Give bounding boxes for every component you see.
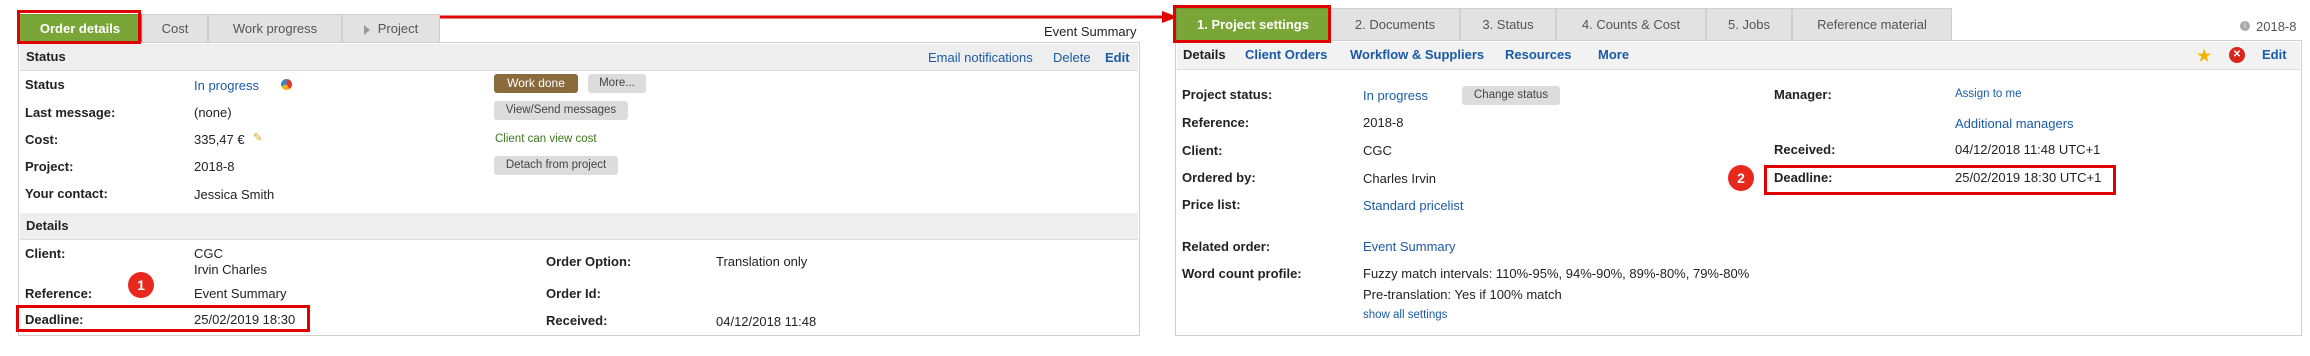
tab-reference-material[interactable]: Reference material [1792,8,1952,40]
client-name: CGC [194,246,223,261]
pencil-icon[interactable]: ✎ [253,131,262,144]
client-contact: Irvin Charles [194,262,267,277]
ordered-by-value: Charles Irvin [1363,171,1436,186]
chevron-right-icon [363,24,370,35]
order-id-label: Order Id: [546,286,601,301]
related-order-label: Related order: [1182,239,1271,254]
price-list-label: Price list: [1182,197,1241,212]
contact-value: Jessica Smith [194,187,275,202]
tab-project-settings[interactable]: 1. Project settings [1176,8,1330,40]
word-count-label: Word count profile: [1182,266,1302,281]
cost-label: Cost: [25,132,59,147]
project-client-value: CGC [1363,143,1392,158]
view-send-messages-button[interactable]: View/Send messages [494,101,628,120]
step-badge-2: 2 [1728,165,1754,191]
subnav-resources[interactable]: Resources [1505,47,1571,62]
subnav-client-orders[interactable]: Client Orders [1245,47,1327,62]
received-label: Received: [546,313,608,328]
project-value: 2018-8 [194,159,235,174]
additional-managers-link[interactable]: Additional managers [1955,116,2074,131]
ordered-by-label: Ordered by: [1182,170,1256,185]
price-list-value[interactable]: Standard pricelist [1363,198,1463,213]
detach-from-project-button[interactable]: Detach from project [494,156,618,175]
delete-icon[interactable]: ✕ [2229,47,2245,63]
tab-work-progress[interactable]: Work progress [208,14,342,42]
project-deadline-label: Deadline: [1774,170,1833,185]
cost-value: 335,47 € [194,132,245,147]
tab-cost[interactable]: Cost [142,14,208,42]
tab-counts-cost[interactable]: 4. Counts & Cost [1556,8,1706,40]
tab-project[interactable]: Project [342,14,440,42]
change-status-button[interactable]: Change status [1462,86,1560,105]
reference-label: Reference: [25,286,93,301]
project-reference-value: 2018-8 [1363,115,1404,130]
status-section-title: Status [26,49,66,64]
deadline-label: Deadline: [25,312,84,327]
manager-label: Manager: [1774,87,1832,102]
show-all-settings-link[interactable]: show all settings [1363,309,1447,321]
client-view-cost-text: Client can view cost [495,133,597,145]
tab-jobs[interactable]: 5. Jobs [1706,8,1792,40]
subnav-edit[interactable]: Edit [2262,47,2287,62]
project-status-value[interactable]: In progress [1363,88,1428,103]
fuzzy-match-text: Fuzzy match intervals: 110%-95%, 94%-90%… [1363,266,1750,281]
reference-value: Event Summary [194,286,287,301]
related-order-value[interactable]: Event Summary [1363,239,1455,254]
project-received-value: 04/12/2018 11:48 UTC+1 [1955,142,2101,157]
status-section-header: Status Email notifications Delete Edit [20,44,1138,71]
project-status-label: Project status: [1182,87,1273,102]
project-reference-label: Reference: [1182,115,1250,130]
client-label: Client: [25,246,66,261]
tab-status[interactable]: 3. Status [1460,8,1556,40]
star-add-icon[interactable]: ★ [2197,46,2211,66]
order-option-label: Order Option: [546,254,632,269]
arrow-connector [440,11,1178,23]
order-details-panel: Status Email notifications Delete Edit S… [18,42,1140,336]
work-done-button[interactable]: Work done [494,74,578,93]
received-value: 04/12/2018 11:48 [716,314,817,329]
project-received-label: Received: [1774,142,1836,157]
project-id: 2018-8 [2256,19,2297,34]
project-label: Project: [25,159,74,174]
last-message-value: (none) [194,105,232,120]
delete-link[interactable]: Delete [1053,50,1091,65]
last-message-label: Last message: [25,105,116,120]
status-pie-icon [281,79,292,90]
tab-order-details[interactable]: Order details [18,14,142,42]
subnav-details[interactable]: Details [1183,47,1226,62]
step-badge-1: 1 [128,272,154,298]
assign-to-me-link[interactable]: Assign to me [1955,88,2021,100]
subnav-more[interactable]: More [1598,47,1629,62]
edit-link[interactable]: Edit [1105,50,1130,65]
more-button[interactable]: More... [588,74,646,93]
details-section-title: Details [26,218,69,233]
status-label: Status [25,77,65,92]
subnav-workflow-suppliers[interactable]: Workflow & Suppliers [1350,47,1484,62]
order-option-value: Translation only [716,254,808,269]
status-value[interactable]: In progress [194,78,259,93]
order-title: Event Summary [1044,24,1137,39]
deadline-value: 25/02/2019 18:30 [194,312,296,327]
tab-documents[interactable]: 2. Documents [1330,8,1460,40]
details-section-header: Details [20,213,1138,240]
email-notifications-link[interactable]: Email notifications [928,50,1033,65]
info-icon: i [2240,21,2250,31]
project-subnav: Details Client Orders Workflow & Supplie… [1177,42,2300,70]
contact-label: Your contact: [25,186,108,201]
project-client-label: Client: [1182,143,1223,158]
pre-translation-text: Pre-translation: Yes if 100% match [1363,287,1562,302]
project-deadline-value: 25/02/2019 18:30 UTC+1 [1955,170,2102,185]
